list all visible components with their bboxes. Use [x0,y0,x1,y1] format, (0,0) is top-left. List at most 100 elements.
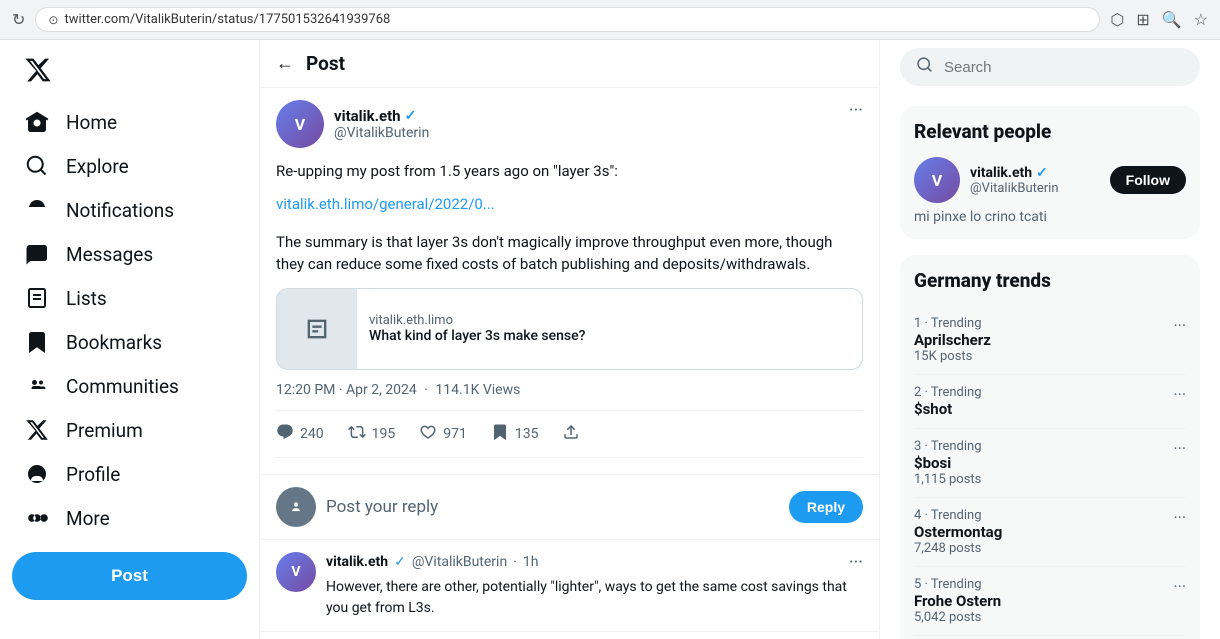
relevant-person-verified: ✓ [1036,165,1048,181]
share-stat[interactable] [562,423,580,445]
messages-label: Messages [66,243,153,266]
tweet-link[interactable]: vitalik.eth.limo/general/2022/0... [276,195,495,213]
explore-icon [24,154,50,178]
search-box[interactable] [900,48,1200,86]
trend-name-4: Ostermontag [914,523,1173,541]
sub-tweet-more-button[interactable]: ··· [849,552,863,573]
browser-icon-2[interactable]: ⊞ [1136,10,1149,29]
trend-info-5: 5 · Trending Frohe Ostern 5,042 posts [914,577,1173,625]
current-user-avatar [276,487,316,527]
communities-icon [24,374,50,398]
more-icon [24,506,50,530]
sidebar-item-messages[interactable]: Messages [12,232,247,276]
follow-button[interactable]: Follow [1110,166,1186,194]
sidebar-item-more[interactable]: More [12,496,247,540]
retweet-icon [348,423,366,445]
trend-more-4[interactable]: ··· [1173,508,1186,527]
tweet-stats-row: 240 195 971 [276,410,863,458]
trend-item-1[interactable]: 1 · Trending Aprilscherz 15K posts ··· [914,306,1186,375]
home-label: Home [66,111,117,134]
sidebar: Home Explore Notifications Messages [0,40,260,639]
reply-stat[interactable]: 240 [276,423,324,445]
premium-icon [24,418,50,442]
trend-label-4: 4 · Trending [914,508,1173,523]
app-layout: Home Explore Notifications Messages [0,40,1220,639]
search-icon [916,56,934,78]
browser-search-icon[interactable]: 🔍 [1162,10,1182,29]
sub-tweet-author-name: vitalik.eth [326,554,388,570]
relevant-people-section: Relevant people V vitalik.eth ✓ @Vitalik… [900,106,1200,239]
post-button[interactable]: Post [12,552,247,600]
relevant-person-avatar[interactable]: V [914,157,960,203]
browser-star-icon[interactable]: ☆ [1194,10,1208,29]
relevant-person-bio: mi pinxe lo crino tcati [914,209,1186,225]
sub-tweet-content: vitalik.eth ✓ @VitalikButerin · 1h ··· H… [326,552,863,619]
profile-icon [24,462,50,486]
sidebar-item-lists[interactable]: Lists [12,276,247,320]
tweet-more-button[interactable]: ··· [849,100,863,121]
author-display-name: vitalik.eth ✓ [334,107,429,125]
main-content: ← Post V vitalik.eth ✓ @VitalikButerin ·… [260,40,880,639]
browser-icon-1[interactable]: ⬡ [1110,10,1124,29]
trend-item-4[interactable]: 4 · Trending Ostermontag 7,248 posts ··· [914,498,1186,567]
retweet-stat[interactable]: 195 [348,423,396,445]
search-input[interactable] [944,59,1184,76]
reply-submit-button[interactable]: Reply [789,491,863,523]
tweet-meta: 12:20 PM · Apr 2, 2024 · 114.1K Views [276,382,863,398]
trend-label-3: 3 · Trending [914,439,1173,454]
bookmark-stat[interactable]: 135 [491,423,539,445]
trend-label-2: 2 · Trending [914,385,1173,400]
tweet-text-line1: Re-upping my post from 1.5 years ago on … [276,160,863,183]
sidebar-logo[interactable] [12,48,247,96]
trend-count-5: 5,042 posts [914,610,1173,625]
trend-more-5[interactable]: ··· [1173,577,1186,596]
notifications-label: Notifications [66,199,174,222]
messages-icon [24,242,50,266]
trend-more-2[interactable]: ··· [1173,385,1186,404]
trend-more-3[interactable]: ··· [1173,439,1186,458]
author-avatar[interactable]: V [276,100,324,148]
trend-name-5: Frohe Ostern [914,592,1173,610]
link-preview-title: What kind of layer 3s make sense? [369,328,585,344]
trend-info-2: 2 · Trending $shot [914,385,1173,418]
sidebar-item-premium[interactable]: Premium [12,408,247,452]
sidebar-item-profile[interactable]: Profile [12,452,247,496]
sidebar-item-home[interactable]: Home [12,100,247,144]
like-stat[interactable]: 971 [419,423,467,445]
sidebar-item-explore[interactable]: Explore [12,144,247,188]
trend-label-5: 5 · Trending [914,577,1173,592]
sidebar-item-notifications[interactable]: Notifications [12,188,247,232]
sub-tweet-timestamp: 1h [523,554,539,570]
explore-label: Explore [66,155,129,178]
sub-tweet-time: · [513,554,517,570]
sub-tweet-avatar[interactable]: V [276,552,316,592]
sub-tweet-verified: ✓ [394,554,406,570]
post-page-header: ← Post [260,40,879,88]
link-preview-card[interactable]: vitalik.eth.limo What kind of layer 3s m… [276,288,863,370]
back-button[interactable]: ← [276,53,294,74]
sub-tweet-handle: @VitalikButerin [412,554,507,570]
trend-item-2[interactable]: 2 · Trending $shot ··· [914,375,1186,429]
trend-item-3[interactable]: 3 · Trending $bosi 1,115 posts ··· [914,429,1186,498]
lists-icon [24,286,50,310]
reload-icon[interactable]: ↻ [12,10,25,29]
trend-name-1: Aprilscherz [914,331,1173,349]
link-preview-icon [277,289,357,369]
trend-item-5[interactable]: 5 · Trending Frohe Ostern 5,042 posts ··… [914,567,1186,636]
reply-compose-box: Post your reply Reply [260,475,879,540]
like-count: 971 [443,426,467,442]
link-preview-content: vitalik.eth.limo What kind of layer 3s m… [357,303,597,354]
trend-more-1[interactable]: ··· [1173,316,1186,335]
browser-chrome: ↻ ⊙ twitter.com/VitalikButerin/status/17… [0,0,1220,40]
share-icon [562,423,580,445]
post-header-title: Post [306,52,345,75]
reply-input-placeholder[interactable]: Post your reply [326,497,779,517]
retweet-count: 195 [372,426,396,442]
url-bar[interactable]: ⊙ twitter.com/VitalikButerin/status/1775… [35,7,1100,32]
bookmark-icon [491,423,509,445]
more-label: More [66,507,110,530]
sidebar-item-communities[interactable]: Communities [12,364,247,408]
trend-label-1: 1 · Trending [914,316,1173,331]
sidebar-item-bookmarks[interactable]: Bookmarks [12,320,247,364]
author-handle: @VitalikButerin [334,125,429,141]
